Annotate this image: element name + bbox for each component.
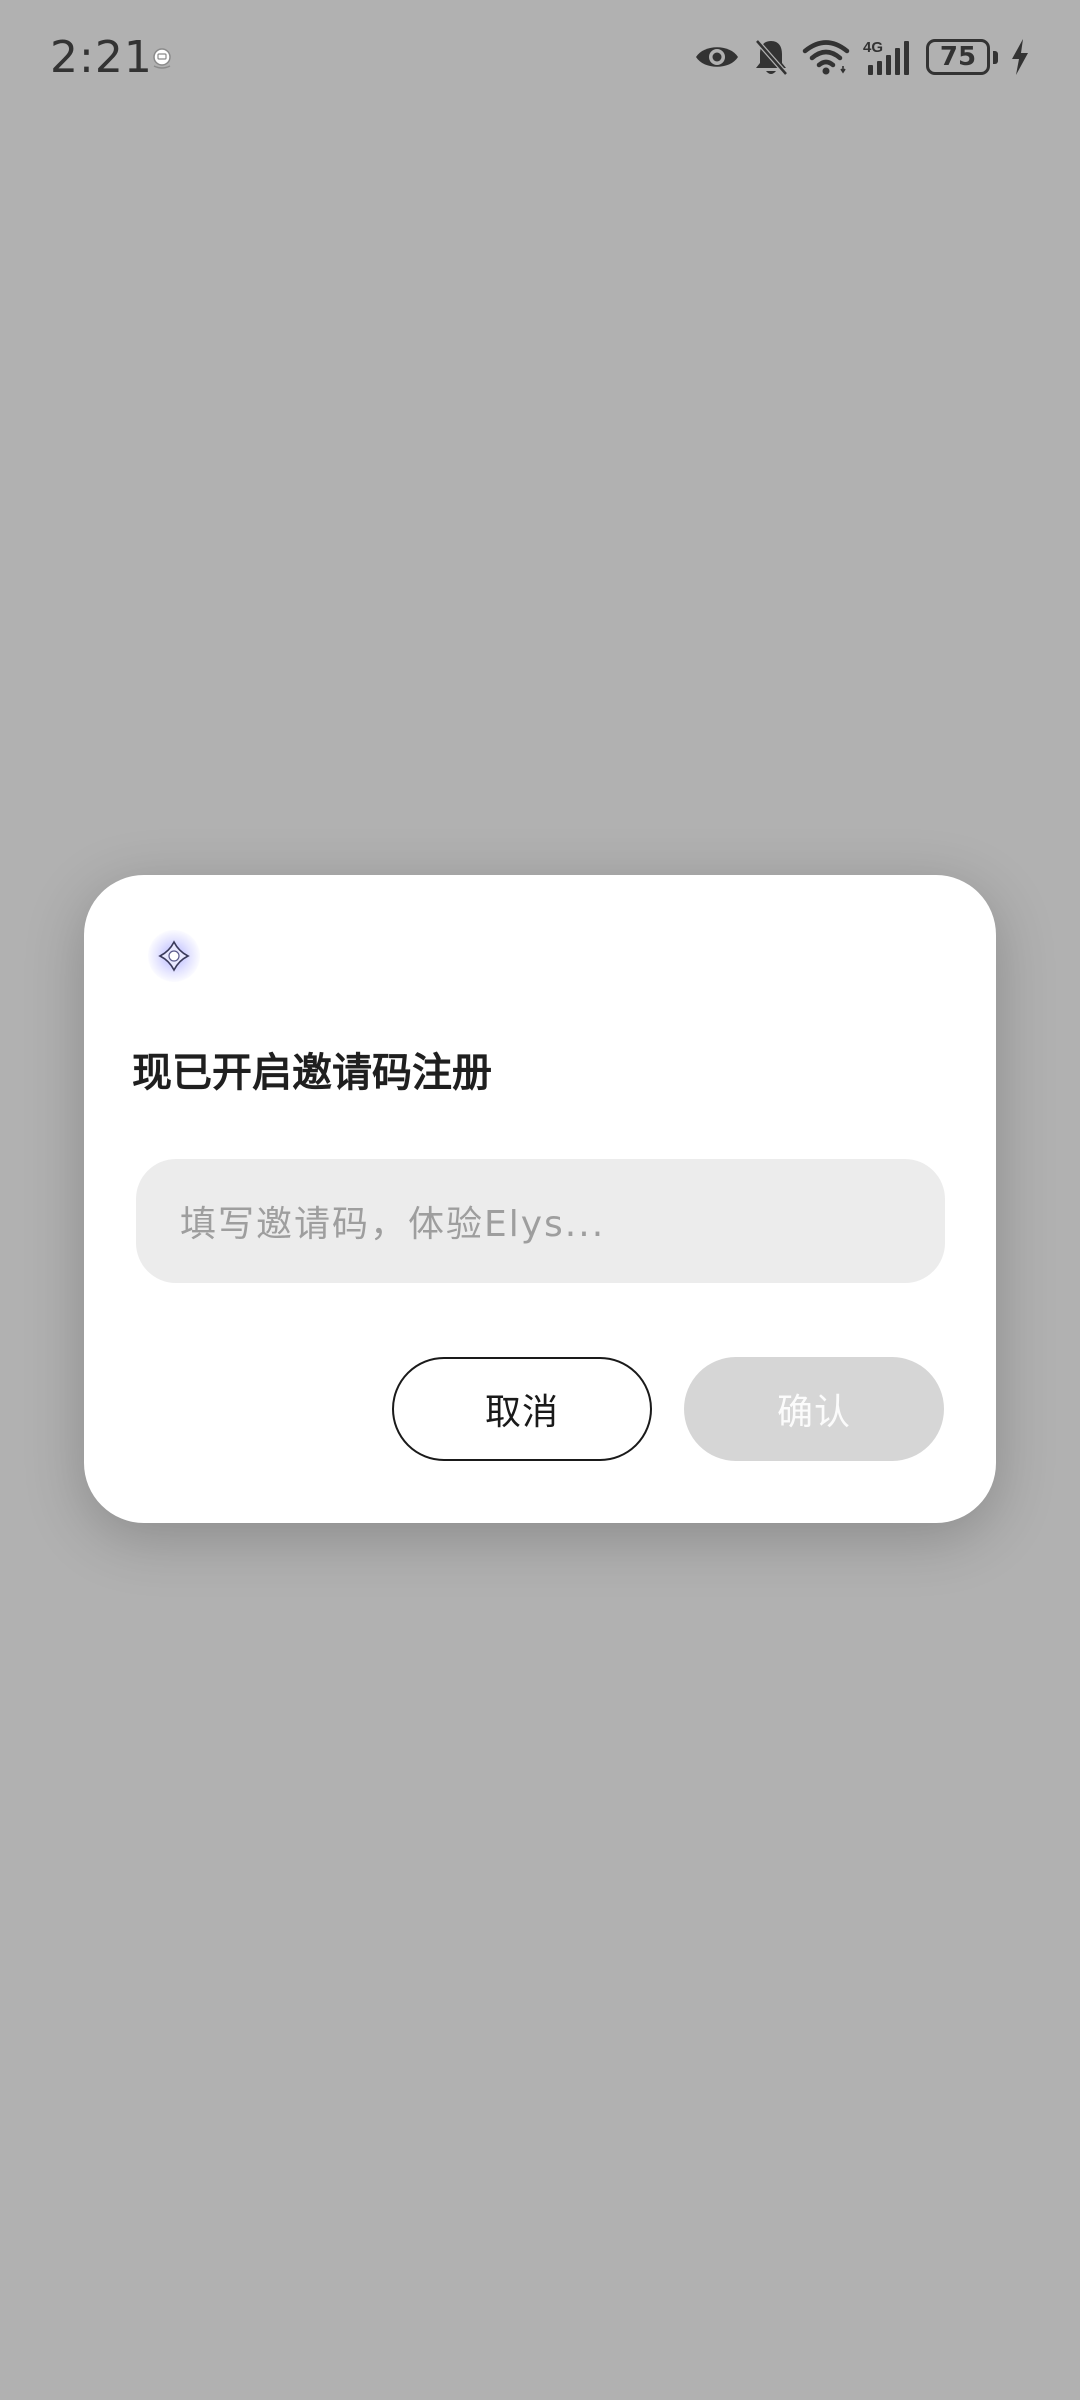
app-logo-icon (158, 940, 190, 972)
invite-code-input[interactable]: 填写邀请码，体验Elys... (136, 1159, 945, 1283)
notification-app-icon (153, 48, 171, 69)
status-icons: 4G 75 (694, 33, 1030, 81)
network-label: 4G (863, 39, 883, 56)
wifi-icon (802, 40, 850, 75)
battery-indicator: 75 (926, 39, 990, 75)
confirm-button[interactable]: 确认 (684, 1357, 944, 1461)
cancel-button[interactable]: 取消 (392, 1357, 652, 1461)
battery-level: 75 (939, 42, 977, 72)
eye-icon (696, 47, 738, 67)
status-bar: 2:21 4G 75 (0, 0, 1080, 115)
bell-off-icon (755, 39, 788, 76)
invite-code-placeholder: 填写邀请码，体验Elys... (180, 1204, 606, 1245)
invite-code-dialog: 现已开启邀请码注册 填写邀请码，体验Elys... 取消 确认 (84, 875, 996, 1523)
status-time: 2:21 (50, 32, 153, 83)
battery-tip (993, 50, 998, 64)
signal-4g-icon: 4G (863, 39, 909, 75)
dialog-title: 现已开启邀请码注册 (132, 1050, 492, 1096)
charging-icon (1012, 39, 1028, 75)
